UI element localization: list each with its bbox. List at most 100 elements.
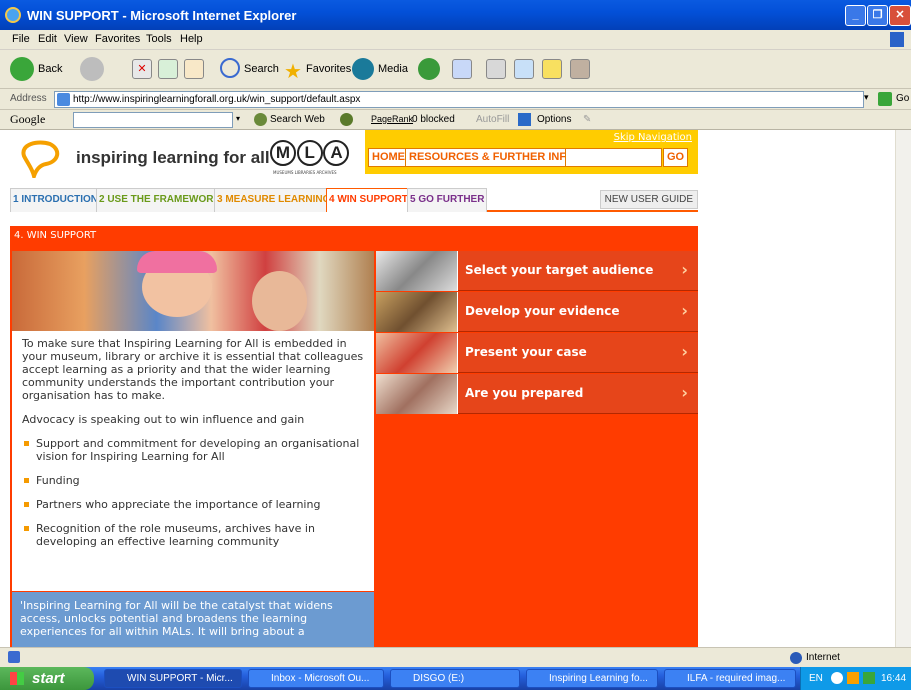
quote-box: 'Inspiring Learning for All will be the …	[12, 592, 374, 647]
skip-navigation-link[interactable]: Skip Navigation	[614, 132, 692, 143]
stop-icon[interactable]: ✕	[132, 59, 152, 79]
menu-tools[interactable]: Tools	[146, 33, 172, 45]
go-button[interactable]: Go	[896, 93, 909, 104]
pink-hat-image	[137, 251, 217, 273]
main-column: To make sure that Inspiring Learning for…	[10, 251, 376, 647]
edit-icon[interactable]	[514, 59, 534, 79]
task-disgo[interactable]: DISGO (E:)	[390, 669, 520, 688]
internet-zone-icon	[790, 652, 802, 664]
tab-win-support[interactable]: 4 WIN SUPPORT	[326, 188, 411, 212]
maximize-button[interactable]: ❐	[867, 5, 888, 26]
menu-develop-evidence[interactable]: Develop your evidence ›	[376, 292, 698, 332]
home-icon[interactable]	[184, 59, 204, 79]
pencil-icon[interactable]: ✎	[583, 114, 591, 125]
google-logo[interactable]: Google	[10, 112, 45, 127]
mla-logo: M L A	[270, 140, 350, 166]
autofill-button[interactable]: AutoFill	[476, 114, 509, 125]
toolbar: Back ✕ Search ★ Favorites Media	[0, 50, 911, 89]
new-user-guide-button[interactable]: NEW USER GUIDE	[599, 190, 698, 209]
chevron-right-icon: ›	[681, 383, 688, 402]
back-arrow-icon[interactable]	[831, 672, 843, 684]
tab-introduction[interactable]: 1 INTRODUCTION	[10, 188, 101, 212]
favorites-star-icon[interactable]: ★	[284, 59, 302, 83]
chevron-right-icon: ›	[681, 301, 688, 320]
tray-app-icon[interactable]	[847, 672, 859, 684]
menu-present-case[interactable]: Present your case ›	[376, 333, 698, 373]
vertical-scrollbar[interactable]	[895, 130, 911, 647]
menu-are-you-prepared[interactable]: Are you prepared ›	[376, 374, 698, 414]
advocacy-paragraph: Advocacy is speaking out to win influenc…	[22, 413, 305, 426]
tab-go-further[interactable]: 5 GO FURTHER	[407, 188, 488, 212]
start-label: start	[32, 670, 65, 687]
popup-blocked[interactable]: 0 blocked	[412, 114, 455, 125]
taskbar: start WIN SUPPORT - Micr... Inbox - Micr…	[0, 667, 911, 690]
present-thumbnail	[376, 333, 458, 373]
site-go-button[interactable]: GO	[663, 148, 689, 167]
go-arrow-icon[interactable]	[878, 92, 892, 106]
chevron-right-icon: ›	[681, 260, 688, 279]
resources-button[interactable]: RESOURCES & FURTHER INFO	[405, 148, 579, 167]
back-label[interactable]: Back	[38, 56, 62, 82]
forward-icon[interactable]	[80, 57, 104, 81]
search-web-icon	[254, 113, 267, 126]
options-icon	[518, 113, 531, 126]
intro-paragraph: To make sure that Inspiring Learning for…	[22, 337, 364, 402]
search-label[interactable]: Search	[244, 56, 279, 82]
task-inspiring-learning[interactable]: Inspiring Learning fo...	[526, 669, 658, 688]
audience-thumbnail	[376, 251, 458, 291]
windows-logo-icon	[890, 32, 904, 47]
window-title: WIN SUPPORT - Microsoft Internet Explore…	[27, 8, 297, 23]
evidence-thumbnail	[376, 292, 458, 332]
address-dropdown-icon[interactable]: ▾	[864, 92, 869, 103]
tab-measure-learning[interactable]: 3 MEASURE LEARNING	[214, 188, 334, 212]
menu-select-target-audience[interactable]: Select your target audience ›	[376, 251, 698, 291]
home-button[interactable]: HOME	[368, 148, 409, 167]
start-button[interactable]: start	[0, 667, 94, 690]
menu-view[interactable]: View	[64, 33, 88, 45]
title-bar[interactable]: WIN SUPPORT - Microsoft Internet Explore…	[0, 0, 911, 30]
mla-letter-m: M	[270, 140, 296, 166]
search-web-button[interactable]: Search Web	[270, 114, 325, 125]
google-dropdown-icon[interactable]: ▾	[236, 114, 240, 123]
tab-use-the-framework[interactable]: 2 USE THE FRAMEWORK	[96, 188, 224, 212]
research-icon[interactable]	[570, 59, 590, 79]
discuss-icon[interactable]	[542, 59, 562, 79]
mail-icon[interactable]	[452, 59, 472, 79]
system-tray: EN 16:44	[800, 667, 911, 690]
site-search-input[interactable]	[565, 148, 662, 167]
site-brand: inspiring learning for all	[76, 148, 270, 167]
zone-label: Internet	[806, 652, 840, 663]
list-item: Partners who appreciate the importance o…	[22, 498, 364, 511]
windows-flag-icon	[10, 672, 24, 685]
google-search-input[interactable]	[73, 112, 233, 128]
mla-letter-l: L	[296, 140, 323, 166]
media-icon[interactable]	[352, 58, 374, 80]
menu-help[interactable]: Help	[180, 33, 203, 45]
menu-bar: File Edit View Favorites Tools Help	[0, 30, 911, 50]
list-item: Support and commitment for developing an…	[22, 437, 364, 463]
menu-edit[interactable]: Edit	[38, 33, 57, 45]
media-label[interactable]: Media	[378, 56, 408, 82]
pagerank-label[interactable]: PageRank	[371, 114, 413, 124]
google-toolbar: Google ▾ Search Web PageRank 0 blocked A…	[0, 110, 911, 130]
close-button[interactable]: ✕	[889, 5, 911, 26]
print-icon[interactable]	[486, 59, 506, 79]
back-icon[interactable]	[10, 57, 34, 81]
menu-file[interactable]: File	[12, 33, 30, 45]
page-status-icon	[8, 651, 20, 663]
refresh-icon[interactable]	[158, 59, 178, 79]
task-win-support[interactable]: WIN SUPPORT - Micr...	[104, 669, 242, 688]
favorites-label[interactable]: Favorites	[306, 56, 351, 82]
options-button[interactable]: Options	[537, 114, 571, 125]
tray-network-icon[interactable]	[863, 672, 875, 684]
history-icon[interactable]	[418, 58, 440, 80]
search-icon[interactable]	[220, 58, 240, 78]
intro-text-block: To make sure that Inspiring Learning for…	[12, 331, 374, 591]
task-inbox[interactable]: Inbox - Microsoft Ou...	[248, 669, 384, 688]
task-ilfa-images[interactable]: ILFA - required imag...	[664, 669, 796, 688]
language-indicator[interactable]: EN	[809, 667, 823, 690]
menu-favorites[interactable]: Favorites	[95, 33, 140, 45]
news-icon[interactable]	[340, 113, 353, 126]
minimize-button[interactable]: _	[845, 5, 866, 26]
address-input[interactable]: http://www.inspiringlearningforall.org.u…	[54, 91, 864, 108]
